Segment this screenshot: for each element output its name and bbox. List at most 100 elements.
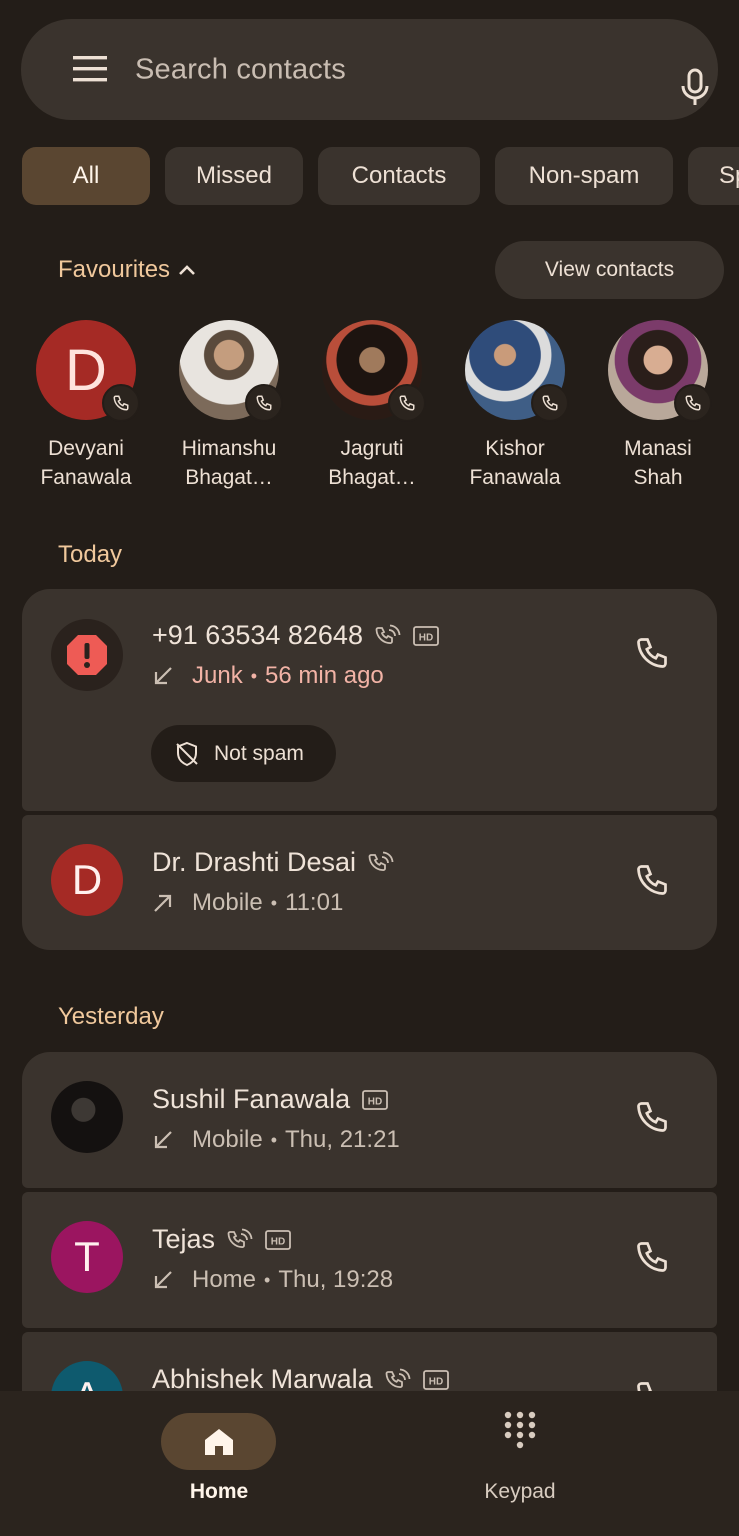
avatar: A — [51, 1361, 123, 1391]
chip-spam[interactable]: Sp — [688, 147, 739, 205]
call-button[interactable] — [634, 1239, 670, 1275]
call-type: Mobile — [192, 889, 263, 916]
favourite-name: Jagruti Bhagat… — [302, 434, 442, 492]
avatar: D — [36, 320, 140, 422]
avatar: D — [51, 844, 123, 916]
name-line-1: Himanshu — [181, 437, 277, 460]
call-time: Thu, 21:21 — [285, 1126, 400, 1153]
call-details-row: Junk • 56 min ago — [152, 662, 384, 690]
favourite-contact[interactable]: Himanshu Bhagat… — [159, 320, 299, 492]
call-log-item[interactable]: Sushil Fanawala HD Mobile • Thu, 21:21 — [22, 1052, 717, 1188]
avatar-letter: T — [74, 1233, 100, 1280]
name-line-2: Bhagat… — [328, 466, 416, 489]
phone-icon[interactable] — [531, 384, 569, 422]
dialpad-icon[interactable] — [504, 1411, 536, 1451]
search-placeholder[interactable]: Search contacts — [135, 54, 346, 87]
chip-missed[interactable]: Missed — [165, 147, 303, 205]
chip-all[interactable]: All — [22, 147, 150, 205]
avatar-photo — [179, 320, 283, 422]
favourite-contact[interactable]: Manasi Shah — [588, 320, 728, 492]
incoming-arrow-icon — [152, 1269, 174, 1291]
chip-non-spam[interactable]: Non-spam — [495, 147, 673, 205]
call-time: 56 min ago — [265, 662, 384, 689]
name-line-1: Kishor — [485, 437, 545, 460]
avatar: T — [51, 1221, 123, 1293]
phone-icon[interactable] — [388, 384, 426, 422]
favourite-contact[interactable]: Kishor Fanawala — [445, 320, 585, 492]
call-details-row: Home • Thu, 19:28 — [152, 1266, 393, 1294]
favourite-name: Manasi Shah — [588, 434, 728, 492]
hd-icon: HD — [422, 1369, 449, 1390]
outgoing-arrow-icon — [152, 892, 174, 914]
name-line-2: Fanawala — [469, 466, 561, 489]
menu-icon[interactable] — [72, 53, 108, 85]
caller-name: Tejas — [152, 1224, 216, 1254]
incoming-arrow-icon — [152, 665, 174, 687]
phone-icon[interactable] — [245, 384, 283, 422]
name-line-1: Manasi — [624, 437, 692, 460]
call-button[interactable] — [634, 1099, 670, 1135]
chip-contacts[interactable]: Contacts — [318, 147, 480, 205]
call-button[interactable] — [634, 635, 670, 671]
call-log-item[interactable]: T Tejas HD Home • Thu, 19:28 — [22, 1192, 717, 1328]
nav-keypad-label[interactable]: Keypad — [484, 1480, 555, 1504]
hd-icon: HD — [413, 625, 439, 646]
separator: • — [270, 892, 278, 913]
call-title-row: Tejas HD — [152, 1224, 291, 1255]
section-today: Today — [58, 541, 123, 568]
nav-home-button[interactable] — [161, 1413, 276, 1470]
wifi-calling-icon — [385, 1368, 411, 1392]
name-line-1: Devyani — [48, 437, 124, 460]
svg-text:HD: HD — [419, 632, 433, 643]
avatar-photo — [322, 320, 426, 422]
call-time: Thu, 19:28 — [278, 1266, 394, 1293]
caller-name: Dr. Drashti Desai — [152, 847, 357, 877]
not-spam-button[interactable]: Not spam — [151, 725, 336, 782]
avatar-photo — [465, 320, 569, 422]
call-button[interactable] — [634, 862, 670, 898]
view-contacts-button[interactable]: View contacts — [495, 241, 724, 299]
avatar-photo — [608, 320, 712, 422]
search-bar[interactable]: Search contacts — [21, 19, 718, 120]
chevron-up-icon — [178, 264, 196, 276]
separator: • — [270, 1129, 278, 1150]
call-time: 11:01 — [285, 889, 344, 916]
mic-icon[interactable] — [679, 68, 711, 108]
spam-warning-icon — [51, 619, 123, 691]
favourite-name: Devyani Fanawala — [16, 434, 156, 492]
name-line-1: Jagruti — [340, 437, 404, 460]
call-details-row: Mobile • 11:01 — [152, 889, 343, 917]
call-log-item[interactable]: +91 63534 82648 HD Junk • 56 min ago Not… — [22, 589, 717, 811]
call-details-row: Mobile • Thu, 21:21 — [152, 1126, 400, 1154]
call-type: Home — [192, 1266, 257, 1293]
hd-icon: HD — [362, 1089, 389, 1110]
call-button[interactable] — [634, 1379, 670, 1391]
call-type: Mobile — [192, 1126, 263, 1153]
not-spam-icon — [174, 741, 200, 767]
svg-text:HD: HD — [428, 1376, 442, 1387]
call-title-row: Sushil Fanawala HD — [152, 1084, 389, 1115]
caller-name: Abhishek Marwala — [152, 1364, 373, 1391]
svg-text:HD: HD — [271, 1236, 285, 1247]
favourites-toggle[interactable]: Favourites — [58, 256, 196, 284]
favourite-contact[interactable]: D Devyani Fanawala — [16, 320, 156, 492]
svg-text:HD: HD — [368, 1096, 382, 1107]
phone-icon[interactable] — [674, 384, 712, 422]
separator: • — [250, 665, 258, 686]
caller-name: Sushil Fanawala — [152, 1084, 351, 1114]
caller-number: +91 63534 82648 — [152, 620, 363, 650]
wifi-calling-icon — [227, 1228, 253, 1252]
avatar-photo — [51, 1081, 123, 1153]
favourite-contact[interactable]: Jagruti Bhagat… — [302, 320, 442, 492]
name-line-2: Shah — [633, 466, 683, 489]
call-title-row: +91 63534 82648 HD — [152, 620, 439, 651]
phone-icon[interactable] — [102, 384, 140, 422]
call-log-item[interactable]: D Dr. Drashti Desai Mobile • 11:01 — [22, 815, 717, 950]
nav-home-label[interactable]: Home — [190, 1480, 248, 1504]
separator: • — [264, 1269, 271, 1290]
call-title-row: Abhishek Marwala HD — [152, 1364, 449, 1391]
bottom-navigation: Home Keypad — [0, 1391, 739, 1536]
hd-icon: HD — [265, 1229, 291, 1250]
call-log-item[interactable]: A Abhishek Marwala HD — [22, 1332, 717, 1391]
filter-chips: All Missed Contacts Non-spam Sp — [0, 147, 739, 207]
